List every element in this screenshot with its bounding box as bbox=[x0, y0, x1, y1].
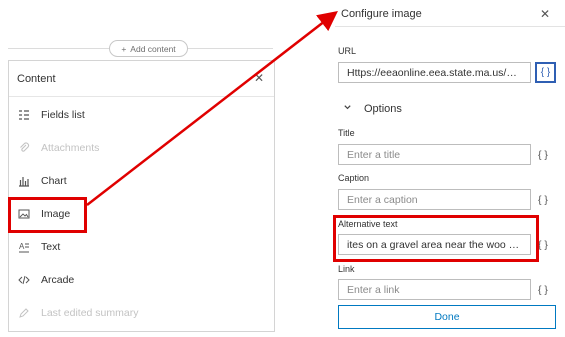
annotation-arrow bbox=[86, 10, 338, 206]
